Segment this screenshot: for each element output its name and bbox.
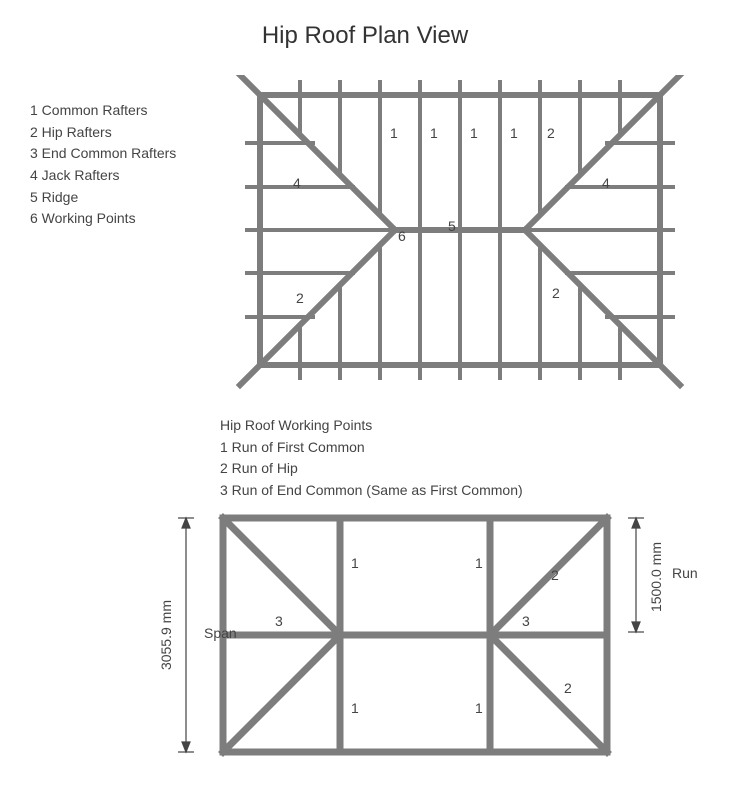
legend-item: 1 Run of First Common — [220, 437, 523, 459]
legend-item: 6 Working Points — [30, 208, 176, 230]
legend-top: 1 Common Rafters 2 Hip Rafters 3 End Com… — [30, 100, 176, 230]
callout-1b: 1 — [351, 555, 359, 571]
callout-2: 2 — [547, 125, 555, 141]
callout-2: 2 — [296, 290, 304, 306]
callout-1: 1 — [510, 125, 518, 141]
callout-4: 4 — [602, 175, 610, 191]
page-title: Hip Roof Plan View — [0, 22, 730, 50]
bottom-diagram — [215, 510, 615, 760]
callout-3b: 3 — [522, 613, 530, 629]
legend-item: 4 Jack Rafters — [30, 165, 176, 187]
callout-3b: 3 — [275, 613, 283, 629]
legend-item: 5 Ridge — [30, 187, 176, 209]
run-dimension-icon — [625, 510, 647, 640]
callout-5: 5 — [448, 218, 456, 234]
callout-1b: 1 — [475, 555, 483, 571]
span-dimension-icon — [175, 510, 197, 760]
callout-1b: 1 — [351, 700, 359, 716]
legend-item: 2 Run of Hip — [220, 458, 523, 480]
span-value: 3055.9 mm — [158, 600, 174, 670]
callout-1: 1 — [470, 125, 478, 141]
callout-1b: 1 — [475, 700, 483, 716]
callout-2b: 2 — [551, 567, 559, 583]
legend-item: 3 End Common Rafters — [30, 143, 176, 165]
top-diagram — [220, 75, 700, 395]
legend-item: 1 Common Rafters — [30, 100, 176, 122]
callout-4: 4 — [293, 175, 301, 191]
legend-heading: Hip Roof Working Points — [220, 415, 523, 437]
run-value: 1500.0 mm — [648, 542, 664, 612]
run-label: Run — [672, 565, 698, 581]
legend-item: 3 Run of End Common (Same as First Commo… — [220, 480, 523, 502]
callout-1: 1 — [430, 125, 438, 141]
span-label: Span — [204, 625, 237, 641]
callout-1: 1 — [390, 125, 398, 141]
callout-2: 2 — [552, 285, 560, 301]
callout-6: 6 — [398, 228, 406, 244]
callout-2b: 2 — [564, 680, 572, 696]
legend-item: 2 Hip Rafters — [30, 122, 176, 144]
legend-bottom: Hip Roof Working Points 1 Run of First C… — [220, 415, 523, 502]
